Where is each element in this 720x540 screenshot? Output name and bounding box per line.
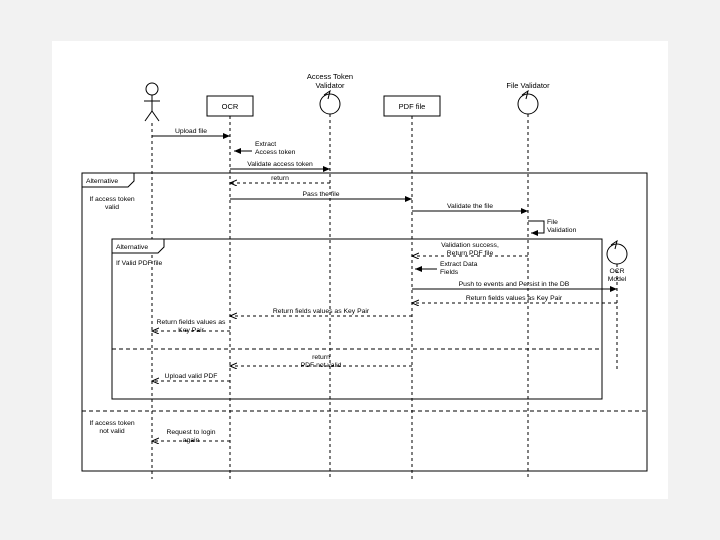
svg-text:Upload valid PDF: Upload valid PDF: [165, 373, 218, 380]
svg-text:PDF not valid: PDF not valid: [301, 362, 342, 369]
actor-icon: [144, 83, 160, 121]
svg-text:Alternative: Alternative: [116, 244, 148, 251]
control-icon: [607, 244, 627, 264]
participant-ocr-label: OCR: [222, 102, 239, 111]
svg-text:Alternative: Alternative: [86, 178, 118, 185]
participant-pdf-label: PDF file: [399, 102, 426, 111]
svg-text:Return fields values as: Return fields values as: [157, 319, 226, 326]
svg-text:Push to events and Persist in: Push to events and Persist in the DB: [459, 281, 570, 288]
svg-text:return: return: [312, 354, 330, 361]
svg-text:Extract: Extract: [255, 141, 276, 148]
svg-text:return: return: [271, 175, 289, 182]
svg-text:If access token: If access token: [89, 196, 135, 203]
participant-fv-label: File Validator: [506, 81, 550, 90]
sequence-diagram: OCR Access Token Access Token Validator …: [52, 41, 668, 499]
svg-text:Access token: Access token: [255, 149, 296, 156]
svg-text:again: again: [183, 437, 200, 444]
svg-text:Validator: Validator: [315, 81, 345, 90]
participant-atv-label-1: Access Token: [307, 72, 353, 81]
svg-text:Return fields values as Key Pa: Return fields values as Key Pair: [273, 308, 370, 315]
control-icon: [518, 94, 538, 114]
msg-file-validation: [528, 221, 544, 233]
svg-text:File: File: [547, 219, 558, 226]
svg-text:Return PDF file: Return PDF file: [447, 250, 494, 257]
svg-text:not valid: not valid: [99, 428, 125, 435]
svg-text:Pass the file: Pass the file: [302, 191, 339, 198]
svg-text:If access token: If access token: [89, 420, 135, 427]
svg-text:Fields: Fields: [440, 269, 459, 276]
svg-text:Validation success,: Validation success,: [441, 242, 499, 249]
svg-text:valid: valid: [105, 204, 119, 211]
svg-text:Request to login: Request to login: [166, 429, 215, 436]
svg-text:Key Pair: Key Pair: [178, 327, 204, 334]
svg-text:Validation: Validation: [547, 227, 577, 234]
svg-text:Extract Data: Extract Data: [440, 261, 478, 268]
svg-text:Validate the file: Validate the file: [447, 203, 493, 210]
control-icon: [320, 94, 340, 114]
svg-text:Upload file: Upload file: [175, 128, 207, 135]
svg-text:Return fields values as Key Pa: Return fields values as Key Pair: [466, 295, 563, 302]
svg-text:Validate access token: Validate access token: [247, 161, 313, 168]
svg-text:If Valid PDF file: If Valid PDF file: [116, 260, 163, 267]
